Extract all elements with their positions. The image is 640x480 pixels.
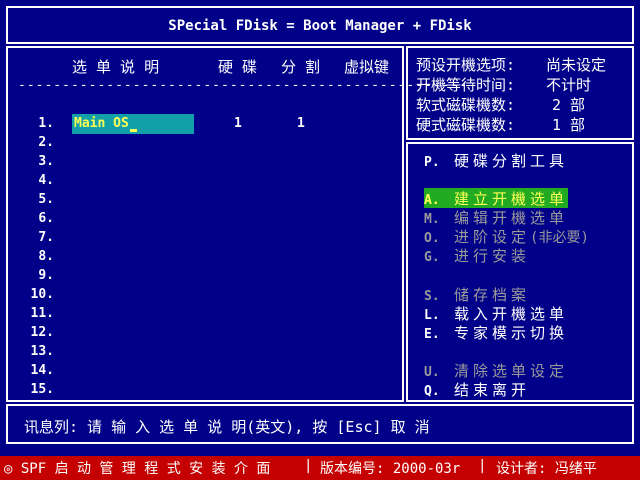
status-designer: 设计者: 冯绪平 [496, 461, 597, 477]
status-separator-2: | [478, 458, 487, 474]
status-separator-1: | [304, 458, 313, 474]
menu-label-edit-boot-menu: 编辑开機选单 [454, 209, 569, 227]
row-number-2: 2. [38, 135, 54, 150]
menu-label-load-boot-menu: 载入开機选单 [454, 305, 569, 323]
row-number-9: 9. [38, 268, 54, 283]
menu-item-create-boot-menu[interactable]: A. 建立开機选单 [424, 188, 569, 208]
menu-key-l: L. [424, 308, 440, 323]
menu-label-save-file: 储存档案 [454, 286, 531, 304]
menu-key-p: P. [424, 155, 440, 170]
row-number-7: 7. [38, 230, 54, 245]
info-harddisk-count: 硬式磁碟機数: 1 部 [416, 114, 585, 135]
row-number-8: 8. [38, 249, 54, 264]
info-default-boot-label: 预设开機选项: [416, 56, 516, 74]
info-boot-wait-label: 开機等待时间: [416, 76, 516, 94]
menu-key-q: Q. [424, 384, 440, 399]
menu-item-advanced-settings[interactable]: O. 进阶设定(非必要) [424, 226, 589, 246]
menu-description-value: Main OS [74, 116, 129, 131]
menu-item-partition-tool[interactable]: P. 硬碟分割工具 [424, 150, 568, 170]
menu-item-clear-settings[interactable]: U. 清除选单设定 [424, 360, 568, 380]
info-harddisk-count-label: 硬式磁碟機数: [416, 116, 516, 134]
row-number-14: 14. [30, 363, 54, 378]
header-description: 选 单 说 明 [72, 58, 160, 76]
row-number-11: 11. [30, 306, 54, 321]
menu-item-expert-mode[interactable]: E. 专家模示切换 [424, 322, 568, 342]
info-boot-wait: 开機等待时间: 不计时 [416, 74, 591, 95]
row-number-13: 13. [30, 344, 54, 359]
message-bar: 讯息列: 请 输 入 选 单 说 明(英文), 按 [Esc] 取 消 [6, 404, 634, 444]
row-number-4: 4. [38, 173, 54, 188]
status-info-panel: 预设开機选项: 尚未设定 开機等待时间: 不计时 软式磁碟機数: 2 部 硬式磁… [406, 46, 634, 140]
menu-label-expert-mode: 专家模示切换 [454, 324, 569, 342]
status-version: 版本编号: 2000-03r [320, 461, 461, 477]
message-text: 讯息列: 请 输 入 选 单 说 明(英文), 按 [Esc] 取 消 [24, 418, 430, 436]
menu-item-install[interactable]: G. 进行安装 [424, 245, 530, 265]
info-floppy-count-label: 软式磁碟機数: [416, 96, 516, 114]
menu-description-input[interactable]: Main OS [72, 114, 194, 134]
menu-key-s: S. [424, 289, 440, 304]
menu-key-e: E. [424, 327, 440, 342]
menu-suffix-optional: (非必要) [530, 230, 589, 246]
info-boot-wait-value: 不计时 [546, 76, 592, 94]
menu-label-partition-tool: 硬碟分割工具 [454, 152, 569, 170]
menu-label-clear-settings: 清除选单设定 [454, 362, 569, 380]
row-number-10: 10. [30, 287, 54, 302]
entry-disk-value: 1 [234, 116, 242, 131]
header-virtual-key: 虚拟键 [344, 58, 390, 76]
text-cursor [130, 129, 137, 132]
menu-item-quit[interactable]: Q. 结束离开 [424, 379, 530, 399]
command-menu: P. 硬碟分割工具 A. 建立开機选单 M. 编辑开機选单 O. 进阶设定(非必要) G… [406, 142, 634, 402]
row-number-5: 5. [38, 192, 54, 207]
status-app-name: ◎ SPF 启 动 管 理 程 式 安 装 介 面 [4, 461, 271, 477]
status-bar: ◎ SPF 启 动 管 理 程 式 安 装 介 面 | 版本编号: 2000-0… [0, 456, 640, 480]
boot-menu-table: 选 单 说 明 硬 碟 分 割 虚拟键 --------------------… [6, 46, 467, 402]
info-default-boot: 预设开機选项: 尚未设定 [416, 54, 606, 75]
info-harddisk-count-value: 1 部 [552, 116, 586, 134]
menu-key-o: O. [424, 231, 440, 246]
menu-key-u: U. [424, 365, 440, 380]
menu-label-advanced-settings: 进阶设定 [454, 228, 531, 246]
menu-key-g: G. [424, 250, 440, 265]
menu-item-save-file[interactable]: S. 储存档案 [424, 284, 530, 304]
row-number-1: 1. [38, 116, 54, 131]
row-number-6: 6. [38, 211, 54, 226]
menu-key-m: M. [424, 212, 440, 227]
row-number-12: 12. [30, 325, 54, 340]
menu-label-quit: 结束离开 [454, 381, 531, 399]
menu-label-create-boot-menu: 建立开機选单 [454, 190, 569, 208]
header-divider: ----------------------------------------… [18, 78, 469, 93]
menu-key-a: A. [424, 193, 440, 208]
info-floppy-count: 软式磁碟機数: 2 部 [416, 94, 585, 115]
header-partition: 分 割 [281, 58, 321, 76]
row-number-3: 3. [38, 154, 54, 169]
app-title: SPecial FDisk = Boot Manager + FDisk [168, 18, 472, 34]
row-number-15: 15. [30, 382, 54, 397]
info-default-boot-value: 尚未设定 [546, 56, 607, 74]
title-bar: SPecial FDisk = Boot Manager + FDisk [6, 6, 634, 44]
menu-item-load-boot-menu[interactable]: L. 载入开機选单 [424, 303, 568, 323]
info-floppy-count-value: 2 部 [552, 96, 586, 114]
header-disk: 硬 碟 [218, 58, 258, 76]
menu-item-edit-boot-menu[interactable]: M. 编辑开機选单 [424, 207, 568, 227]
entry-partition-value: 1 [297, 116, 305, 131]
menu-label-install: 进行安装 [454, 247, 531, 265]
